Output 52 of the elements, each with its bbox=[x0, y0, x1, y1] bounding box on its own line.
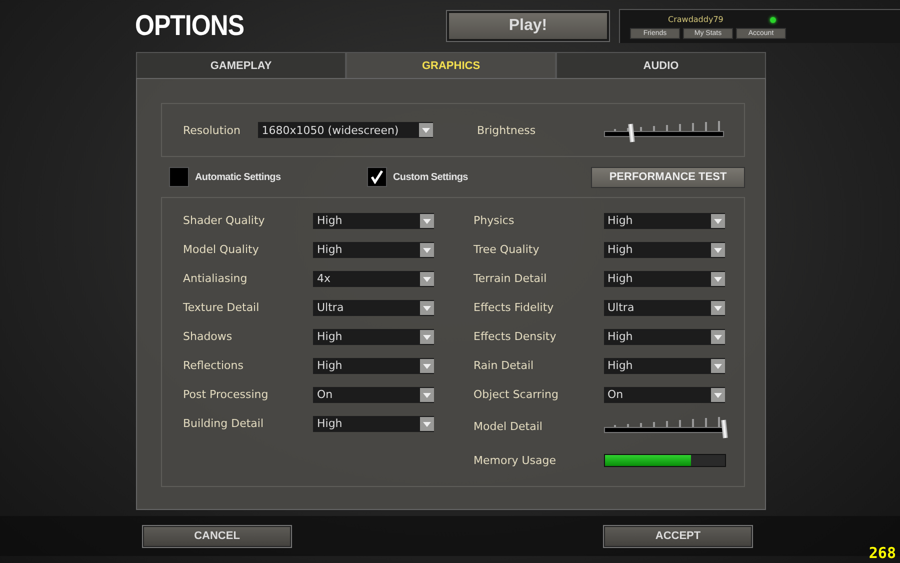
setting-label: Antialiasing bbox=[183, 272, 248, 285]
dropdown[interactable]: High bbox=[313, 242, 434, 258]
setting-label: Resolution bbox=[183, 124, 242, 136]
dropdown[interactable]: High bbox=[313, 212, 434, 228]
dropdown[interactable]: On bbox=[604, 386, 724, 402]
dropdown[interactable]: High bbox=[604, 270, 724, 286]
setting-label: Model Quality bbox=[183, 243, 260, 256]
setting-label: Memory Usage bbox=[474, 454, 558, 466]
dropdown[interactable]: On bbox=[313, 386, 434, 402]
dropdown[interactable]: 1680x1050 (widescreen) bbox=[258, 122, 433, 138]
cancel-button[interactable]: CANCEL bbox=[143, 526, 291, 546]
checkbox-label: Custom Settings bbox=[393, 172, 468, 182]
dropdown[interactable]: Ultra bbox=[313, 300, 434, 316]
checkbox[interactable] bbox=[367, 167, 387, 187]
slider[interactable] bbox=[604, 415, 726, 437]
setting-label: Shadows bbox=[183, 330, 234, 343]
tab[interactable]: GRAPHICS bbox=[346, 52, 556, 78]
setting-label: Building Detail bbox=[183, 417, 265, 430]
performance-test-button[interactable]: PERFORMANCE TEST bbox=[591, 166, 745, 188]
check-icon bbox=[370, 170, 384, 184]
setting-label: Brightness bbox=[477, 124, 537, 136]
checkbox[interactable] bbox=[169, 167, 189, 187]
slider[interactable] bbox=[604, 119, 724, 141]
setting-label: Rain Detail bbox=[474, 359, 535, 372]
setting-label: Texture Detail bbox=[183, 301, 260, 314]
dropdown[interactable]: High bbox=[604, 242, 724, 258]
setting-label: Shader Quality bbox=[183, 214, 266, 227]
setting-label: Reflections bbox=[183, 359, 244, 372]
dropdown[interactable]: High bbox=[313, 328, 434, 344]
setting-label: Effects Fidelity bbox=[474, 301, 555, 314]
dropdown[interactable]: High bbox=[313, 358, 434, 374]
setting-label: Effects Density bbox=[474, 330, 558, 343]
setting-label: Object Scarring bbox=[474, 388, 560, 401]
fps-counter: 268 bbox=[868, 544, 896, 562]
accept-button[interactable]: ACCEPT bbox=[604, 526, 752, 546]
setting-label: Post Processing bbox=[183, 388, 270, 401]
setting-label: Terrain Detail bbox=[474, 272, 548, 285]
username: Crawdaddy79 bbox=[668, 15, 724, 24]
options-title: OPTIONS bbox=[135, 9, 246, 43]
dropdown[interactable]: High bbox=[604, 328, 724, 344]
dropdown[interactable]: High bbox=[604, 212, 724, 228]
setting-label: Tree Quality bbox=[474, 243, 540, 256]
dropdown[interactable]: High bbox=[313, 416, 434, 432]
tab[interactable]: GAMEPLAY bbox=[136, 52, 346, 78]
dropdown[interactable]: High bbox=[604, 358, 724, 374]
dropdown[interactable]: Ultra bbox=[604, 300, 724, 316]
tab[interactable]: AUDIO bbox=[556, 52, 766, 78]
setting-label: Physics bbox=[474, 214, 516, 227]
setting-label: Model Detail bbox=[474, 420, 544, 432]
dropdown[interactable]: 4x bbox=[313, 270, 434, 286]
play-button[interactable]: Play! bbox=[447, 11, 609, 41]
checkbox-label: Automatic Settings bbox=[195, 172, 281, 182]
